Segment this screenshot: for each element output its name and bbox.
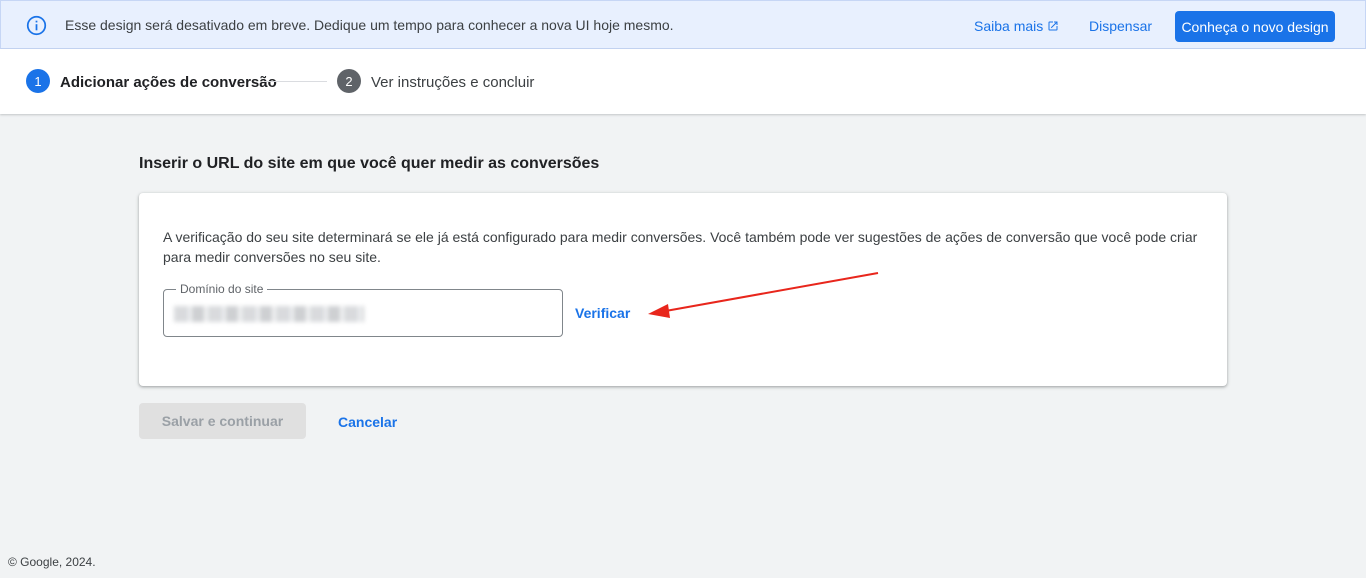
site-domain-label: Domínio do site [176,282,268,296]
new-design-button[interactable]: Conheça o novo design [1175,11,1335,42]
learn-more-label: Saiba mais [974,18,1044,34]
info-circle-icon [26,15,47,36]
dismiss-button[interactable]: Dispensar [1089,18,1152,34]
notification-banner: Esse design será desativado em breve. De… [0,0,1366,49]
save-continue-button[interactable]: Salvar e continuar [139,403,306,439]
page-title: Inserir o URL do site em que você quer m… [139,155,600,172]
stepper: 1 Adicionar ações de conversão 2 Ver ins… [0,49,1366,114]
site-domain-field[interactable]: Domínio do site [163,282,563,337]
card-description: A verificação do seu site determinará se… [163,229,1198,265]
annotation-arrow [648,272,879,318]
learn-more-link[interactable]: Saiba mais [974,18,1059,34]
footer-copyright: © Google, 2024. [8,555,96,569]
step-2-label: Ver instruções e concluir [371,74,535,91]
step-2-number: 2 [337,69,361,93]
external-link-icon [1048,21,1058,31]
step-connector [264,81,327,82]
step-1-label: Adicionar ações de conversão [60,74,277,91]
site-domain-value[interactable] [174,306,364,322]
step-1-number: 1 [26,69,50,93]
cancel-button[interactable]: Cancelar [338,414,397,430]
verify-button[interactable]: Verificar [575,305,630,321]
banner-message: Esse design será desativado em breve. De… [65,17,674,33]
